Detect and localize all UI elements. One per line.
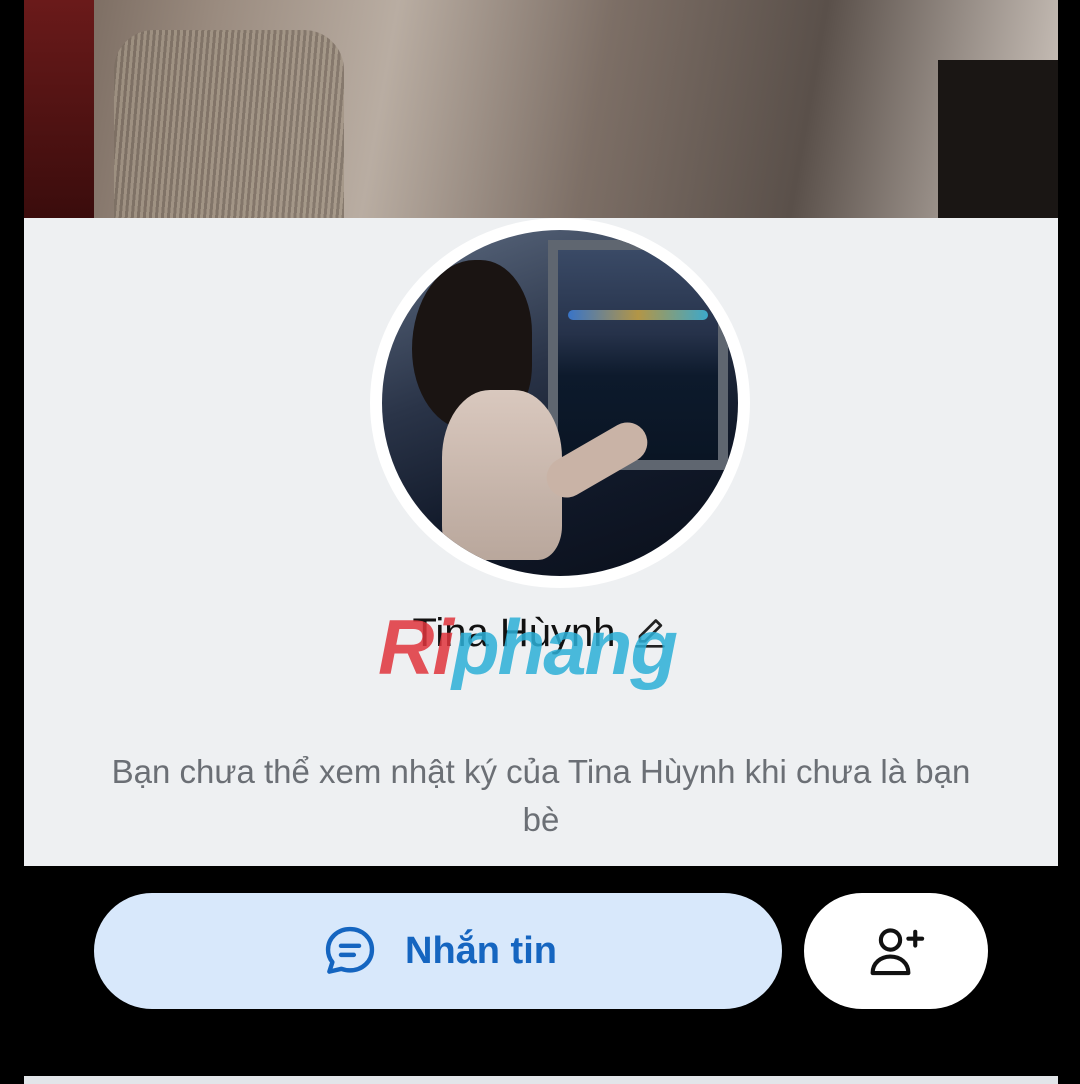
add-friend-button[interactable] <box>804 893 988 1009</box>
avatar[interactable] <box>370 218 750 588</box>
chat-bubble-icon <box>325 926 375 974</box>
profile-name: Tina Hùynh <box>412 610 616 655</box>
cover-photo-detail <box>114 30 344 220</box>
privacy-notice: Bạn chưa thể xem nhật ký của Tina Hùynh … <box>111 753 971 838</box>
pencil-icon[interactable] <box>630 613 670 653</box>
cover-photo-detail <box>24 0 94 220</box>
profile-panel: Tina Hùynh Riphang Bạn chưa thể xem nhật… <box>24 218 1058 1084</box>
avatar-person <box>442 390 562 560</box>
cover-photo[interactable] <box>24 0 1058 220</box>
divider <box>24 1076 1058 1084</box>
message-button-label: Nhắn tin <box>405 929 557 972</box>
avatar-bridge-lights <box>568 310 708 320</box>
add-user-icon <box>870 928 925 976</box>
message-button[interactable]: Nhắn tin <box>94 893 782 1009</box>
cover-photo-detail <box>938 60 1058 220</box>
avatar-image <box>382 230 738 576</box>
profile-name-row: Tina Hùynh <box>24 608 1058 658</box>
